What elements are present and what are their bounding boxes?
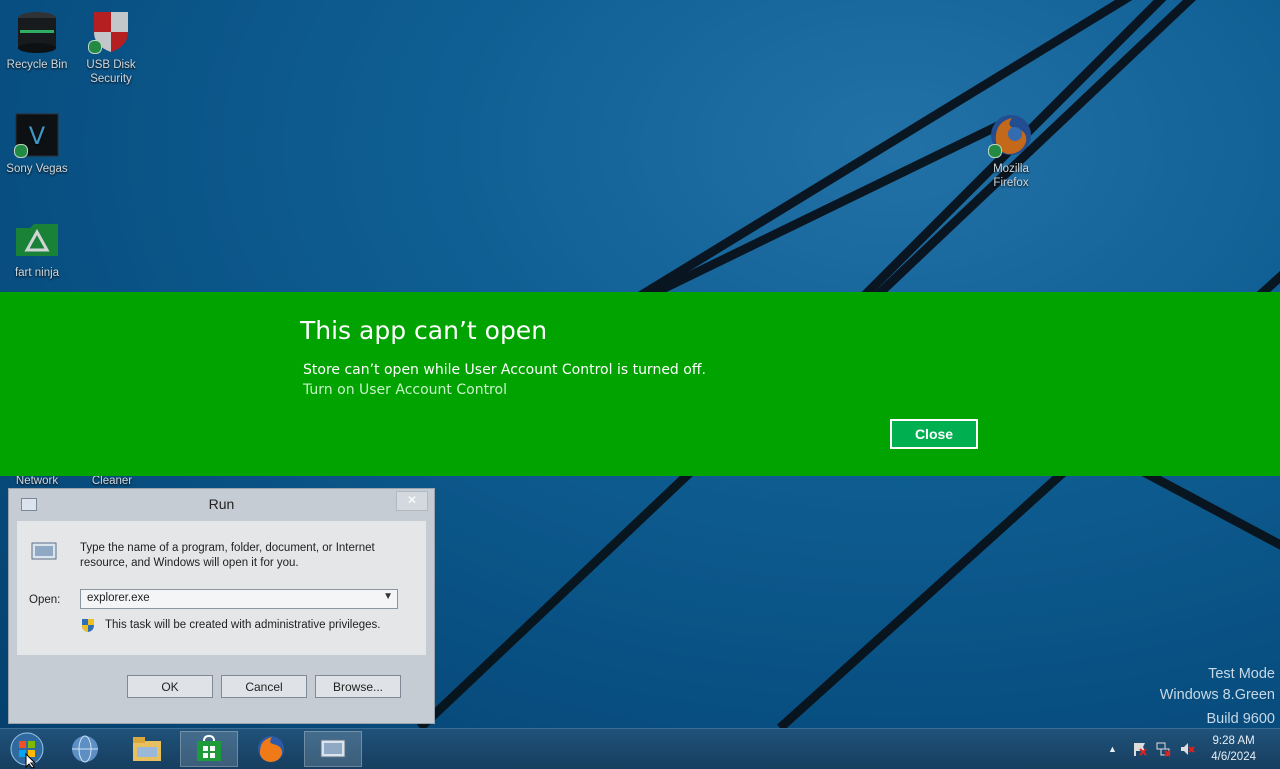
watermark-build: Build 9600 <box>1206 711 1275 727</box>
store-icon <box>197 735 221 761</box>
cancel-button[interactable]: Cancel <box>221 675 307 698</box>
firefox-icon <box>258 736 284 762</box>
watermark-test-mode: Test Mode <box>1208 666 1275 682</box>
turn-on-uac-link[interactable]: Turn on User Account Control <box>303 382 507 398</box>
admin-privileges-note: This task will be created with administr… <box>105 619 381 631</box>
taskbar: ▲ 9:28 AM 4/6/2024 <box>0 728 1280 769</box>
taskbar-item-store[interactable] <box>180 731 238 767</box>
taskbar-item-run[interactable] <box>304 731 362 767</box>
chevron-down-icon[interactable]: ▼ <box>383 591 393 602</box>
browse-button[interactable]: Browse... <box>315 675 401 698</box>
banner-message: Store can’t open while User Account Cont… <box>303 362 706 378</box>
run-titlebar[interactable]: Run ✕ <box>9 489 434 519</box>
run-icon <box>320 739 346 758</box>
clock-time: 9:28 AM <box>1212 735 1255 747</box>
run-program-icon <box>31 542 57 560</box>
taskbar-item-ie[interactable] <box>58 731 112 767</box>
ok-button[interactable]: OK <box>127 675 213 698</box>
file-explorer-icon <box>133 737 161 761</box>
banner-title: This app can’t open <box>300 316 548 345</box>
error-banner: This app can’t open Store can’t open whi… <box>0 292 1280 476</box>
clock[interactable]: 9:28 AM 4/6/2024 <box>1211 733 1256 765</box>
globe-icon <box>72 735 98 763</box>
network-icon[interactable] <box>1155 741 1171 757</box>
run-dialog: Run ✕ Type the name of a program, folder… <box>8 488 435 724</box>
open-value: explorer.exe <box>87 592 150 604</box>
system-tray: ▲ <box>1108 729 1195 769</box>
run-body: Type the name of a program, folder, docu… <box>17 521 426 655</box>
chevron-up-icon[interactable]: ▲ <box>1108 744 1117 754</box>
taskbar-item-explorer[interactable] <box>120 731 174 767</box>
open-label: Open: <box>29 594 61 606</box>
clock-date: 4/6/2024 <box>1211 751 1256 763</box>
uac-shield-icon <box>82 619 94 632</box>
open-combobox[interactable]: explorer.exe ▼ <box>80 589 398 609</box>
run-description: Type the name of a program, folder, docu… <box>80 542 375 569</box>
volume-muted-icon[interactable] <box>1179 741 1195 757</box>
taskbar-item-firefox[interactable] <box>244 731 298 767</box>
close-icon[interactable]: ✕ <box>396 491 428 511</box>
run-title: Run <box>208 496 235 512</box>
mouse-cursor-icon <box>25 753 37 769</box>
action-center-flag-icon[interactable] <box>1131 741 1147 757</box>
close-button[interactable]: Close <box>890 419 978 449</box>
watermark-edition: Windows 8.Green <box>1159 687 1275 703</box>
